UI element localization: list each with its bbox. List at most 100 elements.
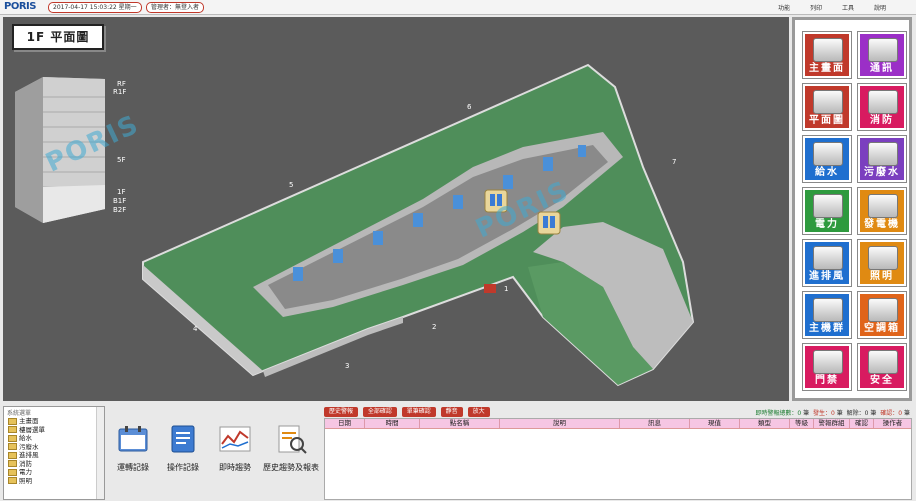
tree-item[interactable]: 電力 [8, 468, 45, 477]
camera-marker-6[interactable]: 6 [467, 103, 471, 111]
menu-function[interactable]: 功能 [778, 5, 790, 12]
camera-marker-4[interactable]: 4 [193, 325, 197, 333]
operation-log-button[interactable]: 運轉記錄 [110, 424, 156, 473]
confirm-all-button[interactable]: 全部確認 [362, 407, 397, 417]
camera-marker-3[interactable]: 3 [345, 362, 349, 370]
tree-item[interactable]: 給水 [8, 434, 45, 443]
system-tile[interactable]: 電力 [803, 188, 851, 234]
report-search-icon [278, 425, 307, 454]
system-tile-label: 消防 [870, 115, 894, 126]
action-log-button[interactable]: 操作記錄 [160, 424, 206, 473]
floor-label-b2f[interactable]: B2F [113, 206, 126, 214]
active-alarm-label: 即時警報總數： [755, 410, 798, 417]
camera-marker-2[interactable]: 2 [432, 323, 436, 331]
tool-label: 即時趨勢 [219, 463, 251, 472]
menu-print[interactable]: 列印 [810, 5, 822, 12]
tree-item-label: 污廢水 [19, 442, 39, 451]
tree-item[interactable]: 照明 [8, 477, 45, 486]
system-tile[interactable]: 消防 [858, 84, 906, 130]
folder-icon [8, 468, 17, 476]
system-tile[interactable]: 發電機 [858, 188, 906, 234]
system-tile[interactable]: 空調箱 [858, 292, 906, 338]
floor-label-r1f[interactable]: R1F [113, 88, 126, 96]
alarm-table[interactable]: 日期 時間 點名稱 說明 訊息 現值 類型 等級 警報群組 確認 操作者 [324, 418, 912, 500]
tree-item[interactable]: 進排風 [8, 451, 45, 460]
confirm-label: 確認： [880, 410, 899, 417]
zoom-button[interactable]: 放大 [467, 407, 490, 417]
camera-marker-5[interactable]: 5 [289, 181, 293, 189]
menu-tools[interactable]: 工具 [842, 5, 854, 12]
tree-item[interactable]: 消防 [8, 460, 45, 469]
floor-title: 1F 平面圖 [12, 24, 104, 50]
datetime-display: 2017-04-17 15:03:22 星期一 [48, 2, 142, 13]
col-value[interactable]: 現值 [690, 419, 740, 428]
system-tile[interactable]: 進排風 [803, 240, 851, 286]
col-type[interactable]: 類型 [740, 419, 790, 428]
confirm-one-button[interactable]: 單筆確認 [401, 407, 436, 417]
camera-marker-1[interactable]: 1 [504, 285, 508, 293]
system-tile[interactable]: 平面圖 [803, 84, 851, 130]
folder-icon [8, 426, 17, 433]
tree-item[interactable]: 污廢水 [8, 443, 45, 452]
col-level[interactable]: 等級 [790, 419, 814, 428]
folder-icon [8, 451, 17, 459]
mute-button[interactable]: 靜音 [440, 407, 463, 417]
floor-label-b1f[interactable]: B1F [113, 197, 126, 205]
folder-icon [8, 443, 17, 450]
col-time[interactable]: 時間 [365, 419, 420, 428]
system-tile-label: 進排風 [809, 271, 845, 282]
camera-marker-7[interactable]: 7 [672, 158, 676, 166]
tool-label: 運轉記錄 [117, 463, 149, 472]
system-tile[interactable]: 安全 [858, 344, 906, 390]
col-confirm[interactable]: 確認 [850, 419, 874, 428]
folder-icon [8, 460, 17, 467]
system-tile[interactable]: 門禁 [803, 344, 851, 390]
col-point-name[interactable]: 點名稱 [420, 419, 500, 428]
system-tile[interactable]: 照明 [858, 240, 906, 286]
active-alarm-unit: 筆 [803, 410, 810, 417]
logo-text: PORIS [4, 1, 36, 12]
tree-title: 系統選單 [7, 410, 32, 417]
clear-unit: 筆 [870, 410, 877, 417]
tool-label: 歷史趨勢及報表 [263, 463, 319, 472]
clear-count: 0 [864, 410, 869, 417]
tree-item[interactable]: 樓層選單 [8, 426, 45, 435]
col-date[interactable]: 日期 [325, 419, 365, 428]
system-tile[interactable]: 主機群 [803, 292, 851, 338]
confirm-count: 0 [898, 410, 903, 417]
tool-label: 操作記錄 [167, 463, 199, 472]
tree-item-label: 進排風 [19, 451, 39, 459]
history-alarm-button[interactable]: 歷史警報 [324, 407, 359, 417]
trend-chart-icon [219, 426, 251, 452]
tree-item-label: 主畫面 [19, 417, 39, 425]
tree-item[interactable]: 主畫面 [8, 417, 45, 426]
folder-icon [8, 477, 17, 484]
col-operator[interactable]: 操作者 [874, 419, 911, 428]
system-tile-label: 照明 [870, 271, 894, 282]
system-tiles: 主畫面 通訊 平面圖 消防給水 污廢水 電力 發電機進排風 照明主機群 空調箱門禁 安全 [803, 32, 906, 390]
floor-label-rf[interactable]: RF [117, 80, 126, 88]
alarm-button-row: 歷史警報 全部確認 單筆確認 靜音 放大 [324, 406, 492, 417]
realtime-trend-button[interactable]: 即時趨勢 [212, 424, 258, 473]
system-tile-label: 發電機 [864, 219, 900, 230]
col-group[interactable]: 警報群組 [814, 419, 850, 428]
occur-label: 發生： [813, 410, 832, 417]
col-message[interactable]: 訊息 [620, 419, 690, 428]
system-tile[interactable]: 污廢水 [858, 136, 906, 182]
tree-scrollbar[interactable] [96, 407, 104, 499]
system-tree: 主畫面 樓層選單 給水 污廢水 進排風 消防 電力 照明 [8, 417, 45, 485]
system-tile-label: 門禁 [815, 375, 839, 386]
system-tile[interactable]: 通訊 [858, 32, 906, 78]
col-description[interactable]: 說明 [500, 419, 620, 428]
system-tile[interactable]: 主畫面 [803, 32, 851, 78]
tree-item-label: 樓層選單 [19, 425, 45, 434]
system-tile[interactable]: 給水 [803, 136, 851, 182]
logo: PORIS [4, 1, 36, 12]
floor-label-5f[interactable]: 5F [117, 156, 125, 164]
menu-help[interactable]: 說明 [874, 5, 886, 12]
floor-plan-viewport[interactable]: 1F 平面圖 PORIS PORIS RF R1F 5F 1F B1F B2F … [3, 17, 789, 401]
alarm-counts: 即時警報總數：0 筆 發生：0 筆 解除：0 筆 確認：0 筆 [755, 408, 910, 417]
floor-label-1f[interactable]: 1F [117, 188, 125, 196]
top-bar: PORIS 2017-04-17 15:03:22 星期一 管理者：無登入者 功… [0, 0, 916, 15]
history-report-button[interactable]: 歷史趨勢及報表 [260, 424, 322, 473]
